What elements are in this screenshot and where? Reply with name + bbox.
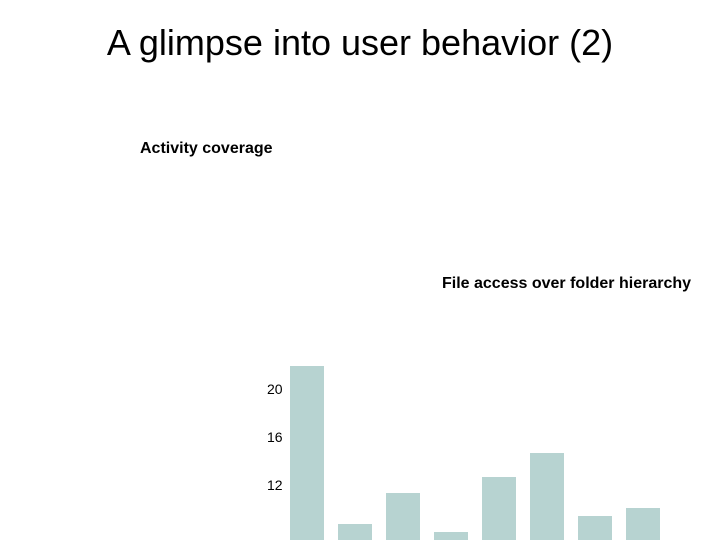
y-tick-16: 16	[267, 430, 283, 444]
slide: A glimpse into user behavior (2) Activit…	[0, 0, 720, 540]
bar	[386, 493, 420, 540]
bar-chart: 20 16 12	[255, 360, 680, 540]
bar	[578, 516, 612, 540]
bar	[290, 366, 324, 540]
bar	[626, 508, 660, 540]
bar	[434, 532, 468, 540]
y-tick-12: 12	[267, 478, 283, 492]
page-title: A glimpse into user behavior (2)	[0, 22, 720, 64]
bar	[530, 453, 564, 540]
subtitle-file-access: File access over folder hierarchy	[442, 275, 691, 293]
y-tick-20: 20	[267, 382, 283, 396]
bar	[338, 524, 372, 540]
subtitle-activity-coverage: Activity coverage	[140, 140, 273, 158]
chart-bars	[290, 360, 680, 540]
bar	[482, 477, 516, 540]
